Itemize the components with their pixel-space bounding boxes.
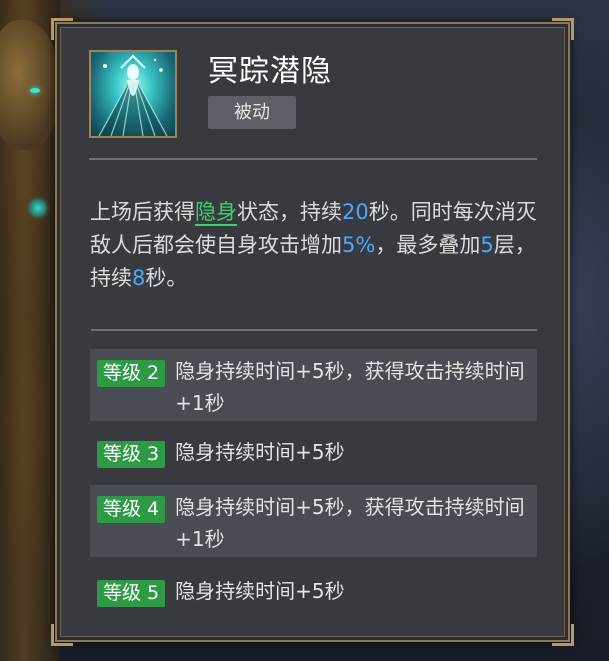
desc-text: 状态，持续 <box>237 200 342 224</box>
header-divider <box>89 158 537 160</box>
character-jewel <box>30 200 46 216</box>
desc-text: ，最多叠加 <box>375 233 481 257</box>
level-effect-text: 隐身持续时间+5秒 <box>175 579 345 603</box>
skill-tooltip-panel: 冥踪潜隐 被动 上场后获得隐身状态，持续20秒。同时每次消灭敌人后都会使自身攻击… <box>51 18 574 646</box>
skill-name: 冥踪潜隐 <box>208 54 332 89</box>
level-badge: 等级 3 <box>97 441 166 468</box>
frame-corner-bottom-left <box>51 624 73 646</box>
level-upgrade-list: 等级 2 隐身持续时间+5秒，获得攻击持续时间+1秒 等级 3 隐身持续时间+5… <box>90 349 537 613</box>
desc-text: 秒。 <box>145 266 188 290</box>
desc-stack-duration-value: 8 <box>132 266 146 290</box>
level-row-2: 等级 2 隐身持续时间+5秒，获得攻击持续时间+1秒 <box>90 349 537 421</box>
skill-type-badge: 被动 <box>208 96 296 129</box>
level-row-3: 等级 3 隐身持续时间+5秒 <box>90 430 537 474</box>
character-eye <box>30 88 40 93</box>
stealth-spirit-icon <box>89 50 177 138</box>
level-effect-text: 隐身持续时间+5秒，获得攻击持续时间+1秒 <box>175 495 525 551</box>
frame-corner-top-left <box>51 18 73 40</box>
level-badge: 等级 2 <box>97 360 166 387</box>
level-effect-text: 隐身持续时间+5秒 <box>175 440 345 464</box>
desc-stealth-keyword: 隐身 <box>195 200 237 226</box>
frame-corner-top-right <box>552 18 574 40</box>
skill-description: 上场后获得隐身状态，持续20秒。同时每次消灭敌人后都会使自身攻击增加5%，最多叠… <box>90 196 540 295</box>
level-badge: 等级 5 <box>97 580 166 607</box>
levels-divider <box>91 329 537 331</box>
desc-max-stacks-value: 5 <box>480 233 494 257</box>
level-row-5: 等级 5 隐身持续时间+5秒 <box>90 569 537 613</box>
desc-attack-bonus-value: 5% <box>342 233 376 257</box>
desc-text: 上场后获得 <box>90 200 195 224</box>
desc-duration-value: 20 <box>342 200 369 224</box>
level-effect-text: 隐身持续时间+5秒，获得攻击持续时间+1秒 <box>175 359 525 415</box>
level-badge: 等级 4 <box>97 496 166 523</box>
frame-corner-bottom-right <box>552 624 574 646</box>
level-row-4: 等级 4 隐身持续时间+5秒，获得攻击持续时间+1秒 <box>90 485 537 557</box>
